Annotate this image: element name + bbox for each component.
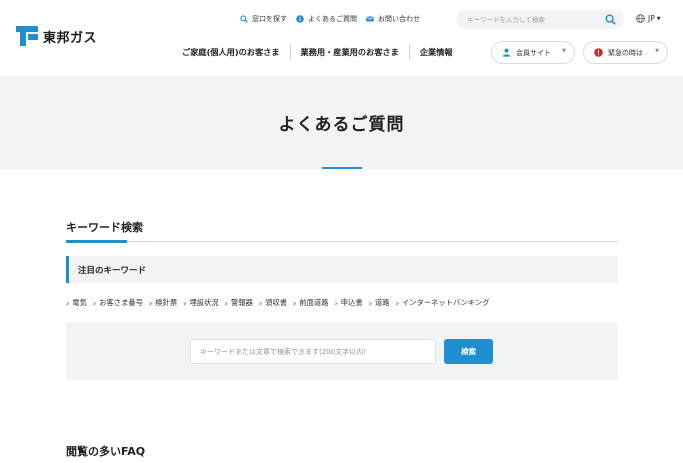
chevron-down-icon: ▼ — [656, 15, 661, 22]
site-logo[interactable]: 東邦ガス — [16, 26, 97, 46]
main-nav: ご家庭(個人用)のお客さま 業務用・産業用のお客さま 企業情報 — [172, 44, 463, 60]
utility-link-faq[interactable]: よくあるご質問 — [296, 14, 357, 24]
page-title: よくあるご質問 — [278, 115, 405, 135]
chevron-down-icon: ▼ — [655, 48, 659, 54]
site-header: 東邦ガス 窓口を探す よくあるご質問 お問い合わせ JP ▼ ご家庭(個人用)の… — [0, 0, 683, 76]
featured-keywords-label: 注目のキーワード — [78, 266, 147, 276]
chevron-right-icon: › — [66, 298, 70, 308]
keyword-search-heading: キーワード検索 — [66, 221, 143, 234]
emergency-button[interactable]: 緊急の時は ▼ — [583, 41, 668, 64]
emergency-label: 緊急の時は — [608, 48, 643, 57]
header-search — [456, 10, 624, 29]
alert-icon — [594, 48, 603, 57]
language-selector[interactable]: JP ▼ — [636, 14, 661, 23]
header-search-input[interactable] — [467, 15, 597, 24]
mail-icon — [366, 16, 374, 22]
utility-link-label: 窓口を探す — [252, 15, 287, 23]
language-label: JP — [648, 14, 655, 23]
featured-accent-bar — [66, 256, 69, 283]
member-site-button[interactable]: 会員サイト ▼ — [491, 41, 575, 64]
utility-link-contact[interactable]: お問い合わせ — [366, 14, 420, 24]
chevron-right-icon: › — [334, 298, 338, 308]
chevron-right-icon: › — [183, 298, 187, 308]
chevron-right-icon: › — [368, 298, 372, 308]
keyword-link[interactable]: › 前面道路 — [293, 298, 328, 308]
globe-icon — [636, 14, 645, 23]
nav-item-corporate[interactable]: 企業情報 — [410, 46, 463, 58]
chevron-right-icon: › — [224, 298, 228, 308]
search-icon — [240, 15, 248, 23]
chevron-down-icon: ▼ — [562, 48, 566, 54]
section-divider — [66, 241, 618, 242]
chevron-right-icon: › — [293, 298, 297, 308]
utility-link-label: よくあるご質問 — [308, 15, 357, 23]
chevron-right-icon: › — [148, 298, 153, 308]
keyword-link[interactable]: › 申込書 — [335, 298, 363, 308]
search-button[interactable]: 検索 — [444, 339, 493, 364]
keyword-link[interactable]: › 領収書 — [259, 298, 287, 308]
keyword-link[interactable]: › 警報器 — [225, 298, 253, 308]
keyword-link[interactable]: › 電気 — [66, 298, 87, 308]
search-icon[interactable] — [605, 14, 616, 25]
keyword-link[interactable]: › インターネットバンキング — [396, 298, 490, 308]
section-accent-bar — [66, 240, 127, 243]
keyword-link[interactable]: › お客さま番号 — [93, 298, 143, 308]
logo-text: 東邦ガス — [43, 30, 98, 46]
keyword-link[interactable]: › 検針票 — [149, 298, 177, 308]
toho-gas-logo-icon — [16, 26, 38, 46]
member-site-label: 会員サイト — [516, 48, 551, 57]
chevron-right-icon: › — [395, 298, 399, 308]
info-icon — [296, 15, 304, 23]
chevron-right-icon: › — [258, 298, 263, 308]
keyword-list: › 電気 › お客さま番号 › 検針票 › 埋設状況 › 警報器 › 領収書 › 前面道路 ›… — [66, 297, 496, 309]
utility-link-label: お問い合わせ — [378, 15, 420, 23]
nav-item-business-customers[interactable]: 業務用・産業用のお客さま — [291, 46, 409, 58]
featured-keywords-header — [66, 256, 618, 283]
faq-search-input[interactable] — [190, 339, 436, 364]
nav-item-home-customers[interactable]: ご家庭(個人用)のお客さま — [172, 46, 290, 58]
keyword-link[interactable]: › 道路 — [369, 298, 390, 308]
title-accent-bar — [322, 167, 362, 169]
keyword-link[interactable]: › 埋設状況 — [183, 298, 218, 308]
user-icon — [502, 48, 511, 57]
utility-link-find-office[interactable]: 窓口を探す — [240, 14, 287, 24]
popular-faq-heading: 閲覧の多いFAQ — [66, 445, 146, 458]
chevron-right-icon: › — [92, 298, 97, 308]
utility-nav: 窓口を探す よくあるご質問 お問い合わせ — [240, 12, 429, 26]
